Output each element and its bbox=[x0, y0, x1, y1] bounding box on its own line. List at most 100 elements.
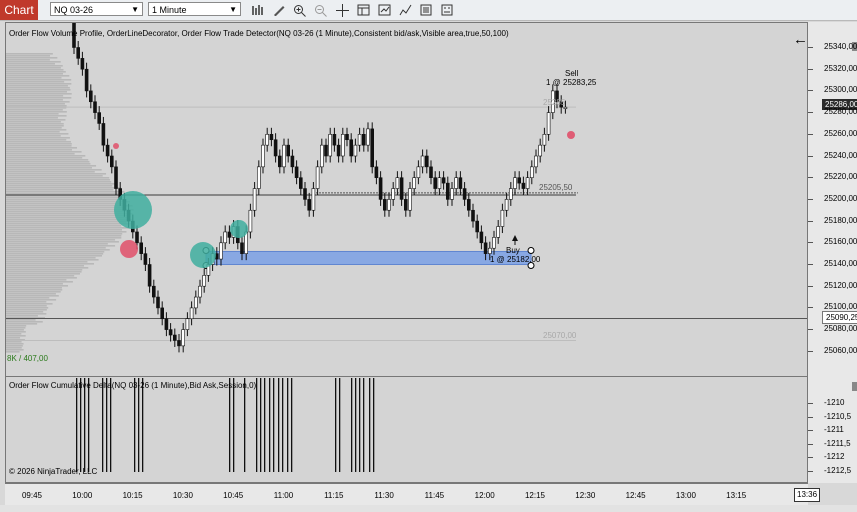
candle-body bbox=[382, 199, 387, 211]
y-axis-label: -1211 bbox=[824, 425, 844, 434]
x-axis-label: 12:00 bbox=[474, 491, 495, 500]
candlesticks bbox=[72, 23, 568, 353]
scale-handle-icon[interactable] bbox=[852, 382, 857, 391]
instrument-selector[interactable]: NQ 03-26 ▼ bbox=[50, 2, 143, 16]
profile-bar bbox=[6, 163, 91, 165]
back-arrow-icon[interactable]: ← bbox=[793, 31, 808, 48]
draw-tool-icon[interactable] bbox=[271, 2, 287, 18]
profile-bar bbox=[6, 153, 75, 155]
delta-chart[interactable] bbox=[6, 377, 807, 482]
profile-bar bbox=[6, 83, 72, 85]
profile-bar bbox=[6, 151, 82, 153]
x-axis-label: 12:30 bbox=[575, 491, 596, 500]
price-panel[interactable]: Order Flow Volume Profile, OrderLineDeco… bbox=[5, 22, 808, 377]
candle-body bbox=[332, 134, 337, 146]
y-axis-tick bbox=[808, 68, 813, 70]
profile-bar bbox=[6, 75, 70, 77]
candle-body bbox=[156, 296, 160, 309]
chart-trader-icon[interactable] bbox=[418, 2, 434, 18]
candle-body bbox=[181, 329, 185, 347]
delta-bar bbox=[76, 378, 78, 472]
delta-axis[interactable]: -1210 -1210,5 -1211 -1211,5 -1212 -1212,5 bbox=[808, 376, 857, 483]
y-axis-tick bbox=[808, 198, 813, 200]
candle-body bbox=[504, 199, 509, 211]
sell-label: Sell bbox=[565, 69, 579, 78]
candle-body bbox=[261, 144, 265, 168]
profile-bar bbox=[6, 197, 126, 199]
horizontal-scrollbar[interactable] bbox=[0, 505, 857, 512]
y-axis-tick bbox=[808, 457, 813, 458]
y-axis-label: 25100,00 bbox=[824, 302, 857, 312]
profile-bar bbox=[6, 271, 82, 273]
time-axis[interactable]: 13:36 09:45 10:00 10:15 10:30 10:45 11:00 11:1… bbox=[5, 483, 821, 506]
bar-type-icon[interactable] bbox=[250, 2, 266, 18]
candle-body bbox=[529, 166, 534, 179]
price-axis[interactable]: 25286,00 25090,25 25340,00 25320,00 25300,… bbox=[808, 22, 857, 377]
strategies-icon[interactable] bbox=[376, 2, 392, 18]
y-axis-label: 25160,00 bbox=[824, 237, 857, 247]
candle-body bbox=[454, 177, 459, 189]
delta-bar bbox=[138, 378, 140, 472]
zoom-out-icon[interactable] bbox=[313, 2, 329, 18]
candle-body bbox=[303, 188, 307, 200]
profile-bar bbox=[6, 279, 67, 281]
candle-body bbox=[286, 144, 291, 157]
profile-bar bbox=[6, 305, 47, 307]
profile-bar bbox=[6, 185, 113, 187]
candle-body bbox=[366, 128, 370, 146]
zoom-in-icon[interactable] bbox=[292, 2, 308, 18]
volume-profile bbox=[6, 53, 134, 353]
candle-body bbox=[546, 112, 551, 135]
delta-bar bbox=[260, 378, 262, 472]
delta-bar bbox=[369, 378, 371, 472]
profile-bar bbox=[6, 65, 63, 67]
y-axis-tick bbox=[808, 90, 813, 92]
y-axis-label: 25220,00 bbox=[824, 172, 857, 182]
candle-body bbox=[269, 134, 274, 141]
profile-bar bbox=[6, 313, 47, 315]
cumulative-delta-panel[interactable]: Order Flow Cumulative Delta(NQ 03-26 (1 … bbox=[5, 376, 808, 483]
chart-tab[interactable]: Chart bbox=[0, 0, 38, 20]
candle-body bbox=[399, 177, 404, 200]
profile-bar bbox=[6, 139, 67, 141]
candle-body bbox=[357, 134, 362, 146]
y-axis-label: 25300,00 bbox=[824, 85, 857, 95]
indicators-icon[interactable] bbox=[397, 2, 413, 18]
profile-bar bbox=[6, 143, 72, 145]
chart-toolbar: Chart NQ 03-26 ▼ 1 Minute ▼ bbox=[0, 0, 857, 21]
y-axis-tick bbox=[808, 307, 813, 309]
delta-bar bbox=[359, 378, 361, 472]
y-axis-label: 25340,00 bbox=[824, 42, 857, 51]
profile-bar bbox=[6, 321, 43, 323]
price-chart[interactable] bbox=[6, 23, 807, 376]
properties-icon[interactable] bbox=[439, 2, 455, 18]
large-trade-bubble bbox=[190, 242, 216, 268]
profile-bar bbox=[6, 191, 125, 193]
x-axis-label: 10:30 bbox=[172, 491, 193, 500]
level-high-label: 25285 bbox=[543, 98, 566, 107]
candle-body bbox=[525, 177, 530, 189]
candle-body bbox=[513, 177, 517, 189]
profile-bar bbox=[6, 287, 62, 289]
candle-body bbox=[319, 144, 324, 168]
candle-body bbox=[265, 134, 270, 146]
x-axis-label: 12:15 bbox=[524, 491, 546, 500]
interval-selector[interactable]: 1 Minute ▼ bbox=[148, 2, 241, 16]
data-box-icon[interactable] bbox=[355, 2, 371, 18]
delta-bar bbox=[351, 378, 353, 472]
chevron-down-icon: ▼ bbox=[131, 5, 139, 14]
y-axis-label: 25060,00 bbox=[824, 345, 857, 355]
x-axis-label: 10:00 bbox=[72, 491, 93, 500]
candle-body bbox=[538, 144, 543, 157]
candle-body bbox=[277, 155, 282, 168]
candle-body bbox=[496, 226, 501, 238]
crosshair-icon[interactable] bbox=[334, 2, 350, 18]
profile-bar bbox=[6, 259, 99, 261]
y-axis-tick bbox=[808, 220, 813, 222]
profile-bar bbox=[6, 295, 59, 297]
x-axis-label: 11:15 bbox=[324, 491, 344, 500]
x-axis-label: 12:45 bbox=[625, 491, 646, 500]
candle-body bbox=[542, 134, 547, 146]
candle-body bbox=[429, 166, 433, 179]
profile-bar bbox=[6, 199, 127, 201]
